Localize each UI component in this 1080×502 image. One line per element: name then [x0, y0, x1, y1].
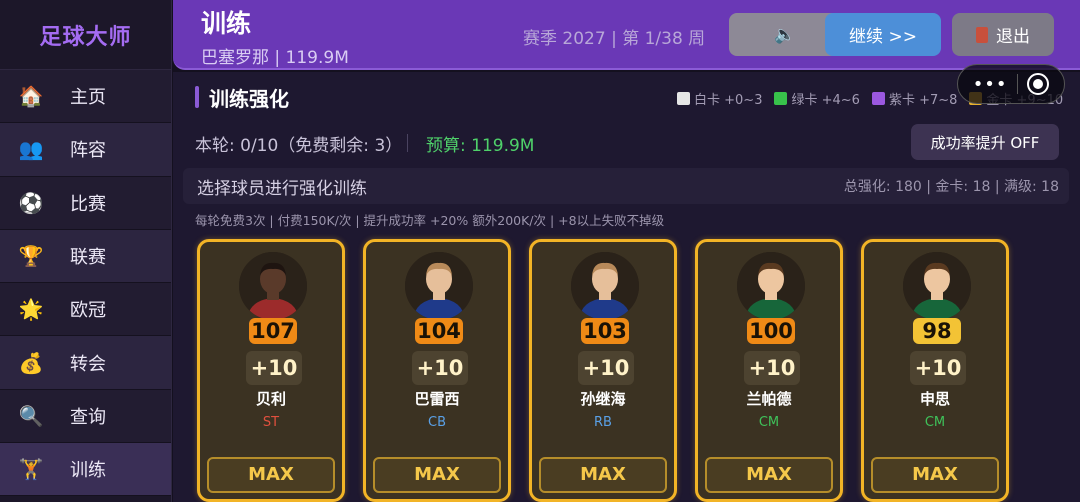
legend-swatch: [871, 92, 885, 105]
sidebar-item-label: 比赛: [70, 193, 106, 215]
success-rate-toggle-button[interactable]: 成功率提升 OFF: [911, 124, 1059, 160]
star-icon: 🌟: [18, 297, 44, 322]
select-player-bar: 选择球员进行强化训练 总强化: 180 | 金卡: 18 | 满级: 18: [183, 168, 1069, 204]
player-avatar: [737, 252, 805, 320]
home-icon: 🏠: [18, 84, 44, 109]
section-accent-bar: [195, 86, 199, 108]
squad-icon: 👥: [18, 137, 44, 162]
sidebar-item-1[interactable]: 👥 阵容: [0, 123, 171, 177]
player-card[interactable]: 103 +10 孙继海 RB MAX: [529, 239, 677, 502]
club-budget-subtitle: 巴塞罗那 | 119.9M: [201, 48, 349, 68]
max-train-button[interactable]: MAX: [373, 457, 501, 493]
sidebar-item-label: 阵容: [70, 140, 106, 162]
sidebar-item-label: 查询: [70, 406, 106, 428]
training-bonus: +10: [412, 351, 468, 385]
legend-label: 紫卡 +7~8: [888, 93, 958, 108]
legend-label: 白卡 +0~3: [694, 93, 763, 108]
app-root: 足球大师 🏠 主页 👥 阵容 ⚽ 比赛 🏆 联赛 🌟 欧冠 💰 转会 🔍 查询 🏋 训练 训练 巴塞罗那 | …: [0, 0, 1080, 502]
max-train-button[interactable]: MAX: [705, 457, 833, 493]
player-rating: 107: [249, 318, 297, 344]
player-name: 贝利: [255, 390, 286, 408]
exit-button[interactable]: 退出: [952, 13, 1054, 56]
player-rating: 103: [581, 318, 629, 344]
player-rating: 104: [415, 318, 463, 344]
legend-item: 绿卡 +4~6: [774, 89, 860, 108]
player-avatar: [239, 252, 307, 320]
player-card[interactable]: 100 +10 兰帕德 CM MAX: [695, 239, 843, 502]
training-bonus: +10: [910, 351, 966, 385]
sidebar-item-label: 主页: [70, 87, 106, 109]
soccer-ball-icon: ⚽: [18, 190, 44, 215]
training-bonus: +10: [744, 351, 800, 385]
training-bonus: +10: [246, 351, 302, 385]
player-avatar: [405, 252, 473, 320]
training-icon: 🏋: [18, 457, 44, 482]
player-position: CM: [758, 415, 780, 430]
exit-door-icon: [976, 26, 988, 43]
player-rating: 100: [747, 318, 795, 344]
trophy-icon: 🏆: [18, 244, 44, 269]
mini-program-capsule: •••: [957, 64, 1065, 104]
player-card[interactable]: 104 +10 巴雷西 CB MAX: [363, 239, 511, 502]
player-name: 申思: [919, 390, 950, 408]
legend-label: 绿卡 +4~6: [791, 93, 860, 108]
sidebar-item-2[interactable]: ⚽ 比赛: [0, 176, 171, 230]
sidebar: 足球大师 🏠 主页 👥 阵容 ⚽ 比赛 🏆 联赛 🌟 欧冠 💰 转会 🔍 查询 🏋 训练: [0, 0, 172, 502]
sidebar-item-label: 训练: [70, 460, 106, 482]
exit-label: 退出: [996, 27, 1030, 47]
round-info: 本轮: 0/10（免费剩余: 3）: [195, 136, 403, 156]
sidebar-item-7[interactable]: 🏋 训练: [0, 443, 171, 497]
search-icon: 🔍: [18, 403, 44, 428]
close-circle-icon[interactable]: [1027, 73, 1050, 95]
page-title: 训练: [201, 9, 252, 38]
player-card[interactable]: 107 +10 贝利 ST MAX: [197, 239, 345, 502]
select-player-title: 选择球员进行强化训练: [197, 179, 367, 199]
training-panel: 训练强化 白卡 +0~3绿卡 +4~6紫卡 +7~8金卡 +9~10 ••• 本…: [173, 64, 1080, 502]
season-week-info: 赛季 2027 | 第 1/38 周: [523, 29, 706, 49]
training-rules: 每轮免费3次 | 付费150K/次 | 提升成功率 +20% 额外200K/次 …: [195, 213, 665, 228]
sidebar-item-label: 欧冠: [70, 300, 106, 322]
player-card-list: 107 +10 贝利 ST MAX 104 +10 巴雷西 CB MAX 103 +10 孙继海 RB MA…: [197, 239, 1057, 502]
legend-item: 紫卡 +7~8: [871, 89, 958, 108]
training-bonus: +10: [578, 351, 634, 385]
money-bag-icon: 💰: [18, 350, 44, 375]
max-train-button[interactable]: MAX: [207, 457, 335, 493]
max-train-button[interactable]: MAX: [871, 457, 999, 493]
speaker-icon: 🔈: [774, 24, 796, 45]
info-divider: [407, 134, 408, 152]
sidebar-item-0[interactable]: 🏠 主页: [0, 70, 171, 124]
sidebar-item-label: 联赛: [70, 247, 106, 269]
nav-list: 🏠 主页 👥 阵容 ⚽ 比赛 🏆 联赛 🌟 欧冠 💰 转会 🔍 查询 🏋 训练: [0, 70, 171, 497]
player-name: 兰帕德: [746, 390, 792, 408]
sidebar-item-5[interactable]: 💰 转会: [0, 336, 171, 390]
sidebar-item-4[interactable]: 🌟 欧冠: [0, 283, 171, 337]
sidebar-item-label: 转会: [70, 353, 106, 375]
legend-swatch: [774, 92, 788, 105]
player-avatar: [571, 252, 639, 320]
sidebar-item-6[interactable]: 🔍 查询: [0, 389, 171, 444]
continue-button[interactable]: 继续 >>: [825, 13, 941, 56]
player-name: 孙继海: [580, 390, 626, 408]
player-position: CB: [428, 415, 446, 430]
max-train-button[interactable]: MAX: [539, 457, 667, 493]
section-title: 训练强化: [209, 87, 289, 111]
player-card[interactable]: 98 +10 申思 CM MAX: [861, 239, 1009, 502]
player-avatar: [903, 252, 971, 320]
legend-swatch: [677, 92, 690, 105]
capsule-divider: [1016, 74, 1018, 94]
app-logo: 足球大师: [0, 0, 171, 70]
legend-item: 白卡 +0~3: [677, 89, 762, 108]
header: 训练 巴塞罗那 | 119.9M 赛季 2027 | 第 1/38 周 🔈 继续…: [173, 0, 1080, 70]
player-position: CM: [924, 415, 946, 430]
player-position: RB: [594, 415, 612, 430]
sidebar-item-3[interactable]: 🏆 联赛: [0, 229, 171, 284]
player-name: 巴雷西: [414, 390, 460, 408]
training-stats: 总强化: 180 | 金卡: 18 | 满级: 18: [843, 179, 1059, 195]
more-options-icon[interactable]: •••: [973, 74, 1008, 95]
player-position: ST: [262, 415, 280, 430]
player-rating: 98: [913, 318, 961, 344]
budget-text: 预算: 119.9M: [426, 136, 535, 156]
